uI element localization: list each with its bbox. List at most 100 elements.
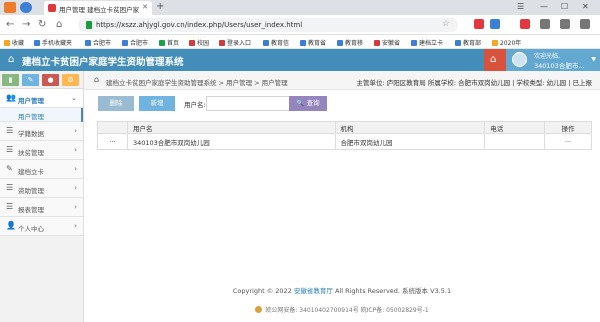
sidebar: ▮ ✎ ● ⚙ 👥 用户管理 ⌄ 用户管理 ☰ 学籍数据 › ☰ 扶贫管理 › ✎ 建档立卡 › ☰ 资助管… [0,71,84,322]
bookmark-label: 手机收藏夹 [42,40,73,47]
user-menu[interactable]: 欢迎光临, 340103合肥市... ▼ [506,49,600,71]
breadcrumb-trail[interactable]: 建档立卡贫困户家庭学生资助管理系统 > 用户管理 > 用户管理 [106,77,288,87]
bookmark-item[interactable]: 教育省 [300,38,326,47]
browser-tab[interactable]: 用户管理 建档立卡贫困户家庭学 ✕ [44,1,152,15]
sidebar-item[interactable]: ☰ 扶贫管理 › [0,141,83,160]
copyright-suffix: All Rights Reserved. 系统版本 V3.5.1 [332,287,452,295]
profile-icon[interactable] [20,2,32,13]
sidebar-item-label: 用户管理 [18,97,44,105]
bookmark-icon [337,40,343,46]
sidebar-subitem-label: 用户管理 [18,113,44,121]
reload-icon[interactable]: ↻ [38,19,46,31]
column-header-phone: 电话 [484,121,546,134]
url-text: https://xszz.ahjygl.gov.cn/index.php/Use… [96,21,303,29]
list-icon: ☰ [6,126,14,135]
minimize-icon[interactable]: — [540,2,548,12]
bookmark-label: 教育移 [345,40,364,47]
sidebar-item[interactable]: 👤 个人中心 › [0,217,83,236]
delete-button[interactable]: 删除 [98,96,134,111]
close-tab-icon[interactable]: ✕ [142,3,148,11]
column-header-actions: 操作 [544,121,592,134]
bookmark-item[interactable]: 教育信 [263,38,289,47]
table-header-row: 用户名 机构 电话 操作 [97,121,592,134]
bookmark-label: 合肥市 [130,40,149,47]
back-icon[interactable]: ← [6,19,14,31]
bookmark-item[interactable]: 首页 [159,38,179,47]
bookmark-label: 首页 [167,40,180,47]
users-icon: 👥 [6,93,16,102]
group-shortcut-icon[interactable]: ● [42,74,59,86]
users-table: 用户名 机构 电话 操作 ··· 340103合肥市双岗幼儿园 合肥市双岗幼儿园… [97,121,592,150]
bookmark-item[interactable]: 手机收藏夹 [34,38,72,47]
bookmark-item[interactable]: 教育部 [455,38,481,47]
address-bar-row: ← → ↻ ⌂ https://xszz.ahjygl.gov.cn/index… [0,15,600,35]
bookmark-label: 教育省 [308,40,327,47]
bookmark-icon [300,40,306,46]
bookmark-icon [411,40,417,46]
bookmark-item[interactable]: 2020年 [492,38,521,47]
browser-logo-icon[interactable] [4,2,16,13]
select-all-header[interactable] [97,121,128,134]
home-button[interactable]: ⌂ [484,49,506,71]
caret-down-icon: ▼ [591,56,596,63]
undo-icon[interactable] [560,19,570,29]
bookmark-icon [122,40,128,46]
bookmark-item[interactable]: 登录入口 [219,38,251,47]
sidebar-item[interactable]: ☰ 学籍数据 › [0,122,83,141]
bookmark-star-icon[interactable]: ☆ [442,19,450,29]
bookmarks-bar: 收藏 手机收藏夹 合肥市 合肥市 首页 校园 登录入口 教育信 教育省 教育移 安徽省 建档立卡 教育部… [0,35,600,49]
row-actions-cell[interactable]: ··· [544,133,592,150]
chart-shortcut-icon[interactable]: ▮ [2,74,19,86]
sidebar-item[interactable]: 👥 用户管理 ⌄ [0,89,83,108]
bookmark-item[interactable]: 收藏 [4,38,24,47]
bookmark-label: 安徽省 [382,40,401,47]
sidebar-item[interactable]: ✎ 建档立卡 › [0,160,83,179]
police-badge-icon [255,306,263,313]
chevron-down-icon: ⌄ [71,94,77,102]
tab-title: 用户管理 建档立卡贫困户家庭学 [59,6,139,14]
extension-icon[interactable] [474,19,484,29]
cell-org: 合肥市双岗幼儿园 [334,133,486,150]
bookmark-item[interactable]: 校园 [189,38,209,47]
more-icon[interactable] [580,19,590,29]
row-select-cell[interactable]: ··· [97,133,128,150]
forward-icon[interactable]: → [22,19,30,31]
bookmark-item[interactable]: 安徽省 [374,38,400,47]
bookmark-icon [374,40,380,46]
org-link[interactable]: 安徽省教育厅 [294,287,333,295]
maximize-icon[interactable]: ☐ [561,2,568,12]
breadcrumb-home-icon[interactable]: ⌂ [94,75,99,84]
extension-icon[interactable] [490,19,500,29]
cell-phone [484,133,546,150]
bookmark-label: 建档立卡 [419,40,444,47]
new-tab-button[interactable]: + [156,2,164,12]
bookmark-icon [85,40,91,46]
search-button-label: 查询 [306,99,320,107]
add-button[interactable]: 新增 [139,96,175,111]
pencil-shortcut-icon[interactable]: ✎ [22,74,39,86]
bookmark-item[interactable]: 合肥市 [122,38,148,47]
bookmark-icon [219,40,225,46]
bookmark-icon [4,40,10,46]
table-row[interactable]: ··· 340103合肥市双岗幼儿园 合肥市双岗幼儿园 ··· [97,133,592,150]
settings-shortcut-icon[interactable]: ⚙ [62,74,79,86]
bookmark-label: 合肥市 [93,40,112,47]
bookmark-item[interactable]: 建档立卡 [411,38,443,47]
download-icon[interactable] [540,19,550,29]
sidebar-item[interactable]: ☰ 报表管理 › [0,198,83,217]
url-field[interactable]: https://xszz.ahjygl.gov.cn/index.php/Use… [78,18,458,32]
home-icon[interactable]: ⌂ [56,19,62,31]
bookmark-item[interactable]: 教育移 [337,38,363,47]
chevron-right-icon: › [74,165,77,173]
window-close-icon[interactable]: ✕ [582,2,589,12]
bookmark-item[interactable]: 合肥市 [85,38,111,47]
breadcrumb: ⌂ 建档立卡贫困户家庭学生资助管理系统 > 用户管理 > 用户管理 主管单位: … [84,71,600,90]
extension-icon[interactable] [520,19,530,29]
username-search-input[interactable] [206,96,290,111]
sidebar-item[interactable]: ☰ 资助管理 › [0,179,83,198]
search-button[interactable]: 🔍 查询 [289,96,327,111]
bookmark-icon [159,40,165,46]
menu-icon[interactable]: ☰ [517,2,524,12]
site-favicon-icon [48,4,56,12]
sidebar-subitem[interactable]: 用户管理 [0,108,83,122]
